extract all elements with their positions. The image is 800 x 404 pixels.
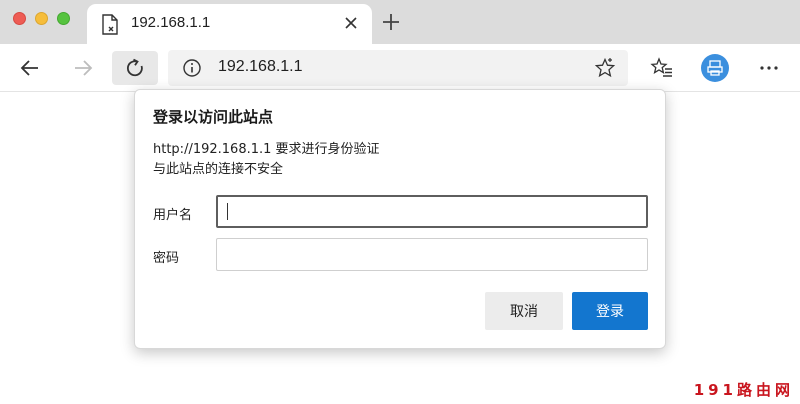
- cancel-button[interactable]: 取消: [485, 292, 563, 330]
- info-icon[interactable]: [182, 58, 202, 78]
- text-caret: [227, 203, 228, 220]
- watermark: 191路由网: [693, 381, 794, 399]
- star-icon[interactable]: [594, 57, 616, 79]
- page-error-icon: [102, 14, 118, 35]
- tab-title: 192.168.1.1: [131, 14, 211, 31]
- address-bar[interactable]: 192.168.1.1: [168, 50, 628, 86]
- auth-dialog: 登录以访问此站点 http://192.168.1.1 要求进行身份验证 与此站…: [134, 89, 666, 349]
- refresh-button[interactable]: [112, 51, 158, 85]
- password-label: 密码: [153, 251, 180, 266]
- username-input[interactable]: [216, 195, 648, 228]
- window-minimize-button[interactable]: [35, 12, 48, 25]
- dialog-title: 登录以访问此站点: [153, 108, 274, 126]
- back-arrow-icon: [20, 60, 38, 76]
- auth-required-message: http://192.168.1.1 要求进行身份验证: [153, 142, 380, 157]
- profile-button[interactable]: [698, 51, 732, 85]
- profile-icon: [701, 54, 729, 82]
- tab-strip: 192.168.1.1: [0, 0, 800, 44]
- more-button[interactable]: [752, 51, 786, 85]
- back-button[interactable]: [13, 51, 47, 85]
- browser-toolbar: 192.168.1.1: [0, 44, 800, 92]
- url-text[interactable]: 192.168.1.1: [218, 58, 303, 76]
- refresh-icon: [126, 58, 143, 77]
- close-icon[interactable]: [342, 14, 360, 32]
- window-zoom-button[interactable]: [57, 12, 70, 25]
- forward-arrow-icon: [75, 60, 93, 76]
- forward-button[interactable]: [66, 51, 100, 85]
- more-icon: [760, 66, 778, 70]
- password-input[interactable]: [216, 238, 648, 271]
- plus-icon[interactable]: [380, 11, 402, 33]
- window-close-button[interactable]: [13, 12, 26, 25]
- insecure-connection-message: 与此站点的连接不安全: [153, 162, 284, 177]
- username-label: 用户名: [153, 208, 193, 223]
- login-button[interactable]: 登录: [572, 292, 648, 330]
- favorites-button[interactable]: [645, 51, 679, 85]
- favorites-list-icon: [650, 57, 672, 77]
- tab-active[interactable]: 192.168.1.1: [87, 4, 372, 44]
